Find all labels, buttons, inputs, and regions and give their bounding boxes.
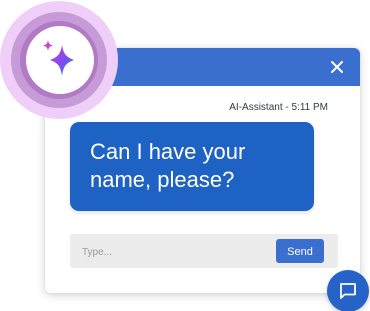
message-meta: AI-Assistant - 5:11 PM — [229, 102, 328, 113]
assistant-avatar — [26, 26, 94, 94]
close-icon — [331, 61, 343, 73]
message-input[interactable] — [80, 240, 264, 264]
message-composer: Send — [70, 234, 338, 268]
assistant-message-text: Can I have your name, please? — [90, 139, 246, 192]
chat-bubble-icon — [340, 283, 356, 299]
assistant-message-bubble: Can I have your name, please? — [70, 122, 314, 211]
chat-widget: AI-Assistant - 5:11 PM Can I have your n… — [0, 0, 370, 311]
message-time: 5:11 PM — [291, 102, 329, 113]
send-button[interactable]: Send — [276, 239, 324, 263]
open-chat-button[interactable] — [327, 270, 369, 311]
message-sender: AI-Assistant — [229, 102, 283, 113]
sparkle-icon — [43, 40, 74, 76]
close-button[interactable] — [328, 58, 346, 76]
meta-separator: - — [282, 102, 292, 113]
